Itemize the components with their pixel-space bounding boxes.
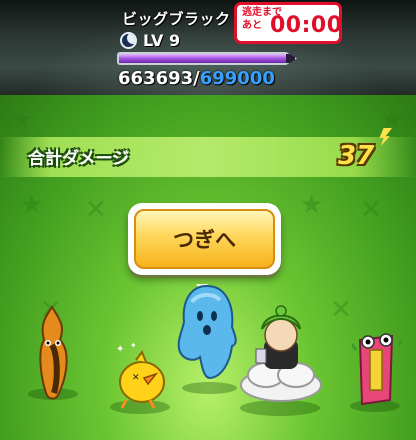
cross-decoration-icon: ✕ <box>85 195 107 225</box>
escape-timer: 逃走まで あと 00:00 <box>234 2 342 44</box>
boss-name: ビッグブラック <box>122 10 231 28</box>
star-decoration-icon: ★ <box>300 190 324 220</box>
total-damage-value: 37 <box>338 141 375 171</box>
star-decoration-icon: ★ <box>20 190 44 220</box>
next-button-face[interactable]: つぎへ <box>134 209 275 269</box>
total-damage-label: 合計ダメージ <box>28 149 130 169</box>
boss-hp-max: 699000 <box>199 68 275 89</box>
green-hair-cloud-yokai-icon <box>240 305 322 402</box>
boss-hp-fill <box>119 54 287 63</box>
yellow-chick-yokai-icon: ✦ ✦ ✕ <box>116 341 165 409</box>
boss-hp-bar <box>117 52 297 65</box>
orange-flame-yokai-icon <box>39 305 68 400</box>
star-decoration-icon: ★ <box>10 105 34 135</box>
blue-ghost-yokai-icon <box>177 284 237 380</box>
ground-shadow <box>182 382 237 394</box>
svg-text:✕: ✕ <box>132 373 140 383</box>
boss-hp-separator: / <box>193 68 200 89</box>
boss-level-row: LV 9 <box>120 31 180 50</box>
boss-level: LV 9 <box>143 31 181 50</box>
cross-decoration-icon: ✕ <box>330 295 352 325</box>
boss-hp-current: 663693 <box>118 68 194 89</box>
pink-scroll-yokai-icon <box>352 333 402 406</box>
moon-icon <box>120 32 137 49</box>
next-button-label: つぎへ <box>173 228 236 252</box>
boss-hp-text: 663693/699000 <box>118 68 275 89</box>
next-button[interactable]: つぎへ <box>128 203 281 275</box>
svg-text:✦: ✦ <box>116 344 124 355</box>
escape-label-line1: 逃走まで <box>242 7 282 18</box>
cross-decoration-icon: ✕ <box>360 195 382 225</box>
escape-timer-label: 逃走まで あと <box>242 6 282 32</box>
svg-text:✦: ✦ <box>130 341 137 350</box>
escape-label-line2: あと <box>242 20 262 31</box>
escape-timer-value: 00:00 <box>270 13 343 38</box>
